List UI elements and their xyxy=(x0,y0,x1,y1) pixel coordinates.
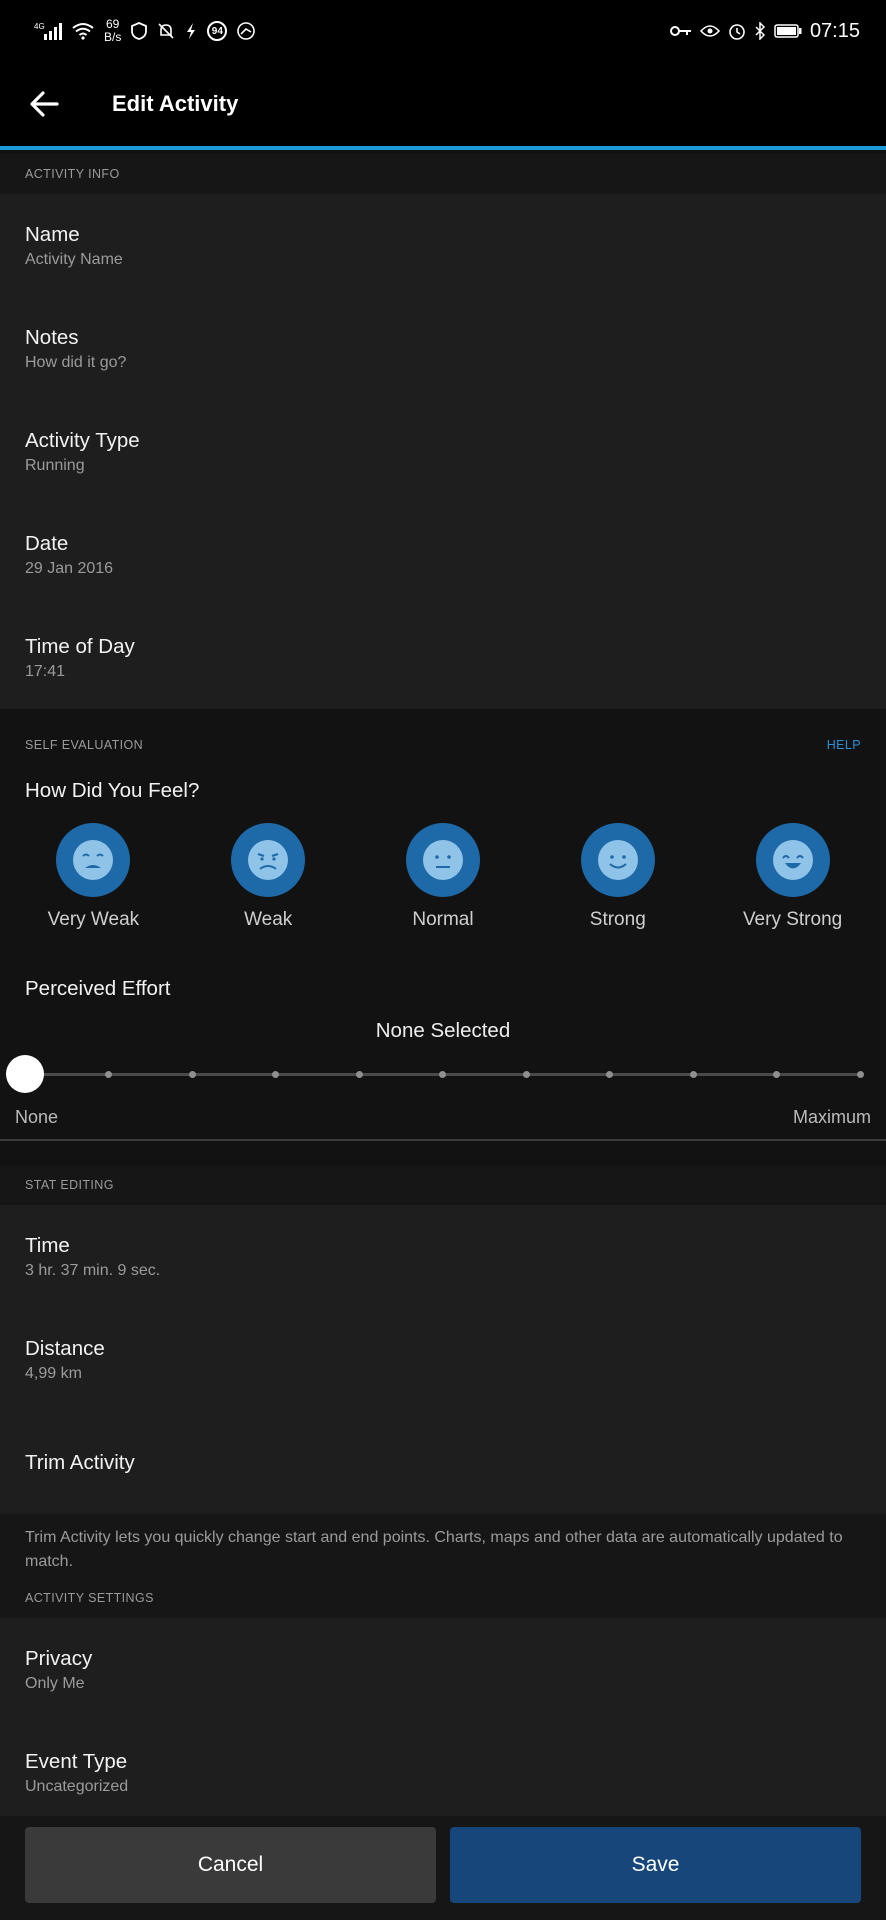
slider-max-label: Maximum xyxy=(792,1106,871,1127)
back-button[interactable] xyxy=(14,74,74,134)
cancel-button[interactable]: Cancel xyxy=(25,1827,436,1903)
perceived-effort-title: Perceived Effort xyxy=(25,977,171,1000)
save-button[interactable]: Save xyxy=(450,1827,861,1903)
row-title: Activity Type xyxy=(25,428,140,452)
slider-labels: None Maximum xyxy=(0,1099,886,1135)
battery-icon xyxy=(774,24,802,38)
row-value: 4,99 km xyxy=(25,1364,82,1382)
alarm-icon xyxy=(728,22,746,40)
slider-step-dot xyxy=(355,1071,363,1078)
app-notification-icon xyxy=(237,22,256,40)
very-strong-face-icon xyxy=(772,840,813,880)
activity-info-card: Name Activity Name Notes How did it go? … xyxy=(0,194,886,709)
slider-step-dot xyxy=(188,1071,196,1078)
trim-help-text: Trim Activity lets you quickly change st… xyxy=(0,1514,886,1578)
net-speed: 69 B/s xyxy=(104,17,122,44)
bluetooth-icon xyxy=(754,22,766,40)
row-value: Uncategorized xyxy=(25,1777,129,1795)
muted-bell-icon xyxy=(157,22,175,40)
row-value: 3 hr. 37 min. 9 sec. xyxy=(25,1261,161,1279)
row-name[interactable]: Name Activity Name xyxy=(0,194,886,297)
activity-settings-card: Privacy Only Me Event Type Uncategorized xyxy=(0,1618,886,1824)
perceived-effort-value: None Selected xyxy=(375,1019,511,1042)
section-header-activity-settings: ACTIVITY SETTINGS xyxy=(0,1578,886,1618)
shield-icon xyxy=(131,22,148,40)
very-weak-face-icon xyxy=(73,840,114,880)
svg-text:4G: 4G xyxy=(34,22,45,31)
charging-bolt-icon xyxy=(185,22,197,40)
perceived-effort-slider[interactable] xyxy=(0,1049,886,1099)
feel-option-strong[interactable]: Strong xyxy=(543,823,693,931)
row-title: Event Type xyxy=(25,1749,128,1773)
stat-editing-card: Time 3 hr. 37 min. 9 sec. Distance 4,99 … xyxy=(0,1205,886,1514)
feel-title: How Did You Feel? xyxy=(25,779,200,802)
feel-label: Strong xyxy=(589,909,646,930)
slider-step-dot xyxy=(773,1071,780,1078)
section-header-activity-info: ACTIVITY INFO xyxy=(0,154,886,194)
row-title: Privacy xyxy=(25,1646,93,1670)
slider-step-dot xyxy=(606,1071,613,1078)
slider-step-dot xyxy=(272,1071,279,1078)
section-header-self-evaluation: SELF EVALUATION HELP xyxy=(0,725,886,765)
eye-icon xyxy=(699,24,720,38)
feel-options: Very Weak Weak Normal Strong Very Strong xyxy=(0,823,886,931)
page-title: Edit Activity xyxy=(112,91,239,116)
row-title: Distance xyxy=(25,1336,105,1360)
slider-step-dot xyxy=(689,1071,697,1078)
row-value: How did it go? xyxy=(25,353,127,371)
strong-face-icon xyxy=(597,840,638,880)
row-privacy[interactable]: Privacy Only Me xyxy=(0,1618,886,1721)
slider-step-dot xyxy=(439,1071,446,1078)
notification-badge: 94 xyxy=(207,21,228,41)
slider-step-dot xyxy=(522,1071,530,1078)
row-value: Only Me xyxy=(25,1674,85,1692)
feel-option-very-weak[interactable]: Very Weak xyxy=(18,823,168,931)
slider-step-dot xyxy=(105,1071,112,1078)
row-time-of-day[interactable]: Time of Day 17:41 xyxy=(0,606,886,709)
edit-activity-screen: 4G 69 B/s 94 07:15 Edit Activity ACTIVIT… xyxy=(0,0,886,1920)
row-title: Time xyxy=(25,1233,70,1257)
feel-label: Very Weak xyxy=(47,909,140,930)
section-header-stat-editing: STAT EDITING xyxy=(0,1165,886,1205)
feel-label: Weak xyxy=(244,909,293,930)
row-activity-type[interactable]: Activity Type Running xyxy=(0,400,886,503)
feel-label: Very Strong xyxy=(742,909,843,930)
row-title: Notes xyxy=(25,325,79,349)
help-link[interactable]: HELP xyxy=(827,738,861,752)
arrow-back-icon xyxy=(30,91,59,117)
slider-thumb[interactable] xyxy=(6,1055,44,1093)
status-bar: 4G 69 B/s 94 07:15 xyxy=(0,0,886,62)
row-event-type[interactable]: Event Type Uncategorized xyxy=(0,1721,886,1824)
key-icon xyxy=(669,25,692,37)
row-trim-activity[interactable]: Trim Activity xyxy=(0,1411,886,1514)
feel-option-normal[interactable]: Normal xyxy=(368,823,518,931)
normal-face-icon xyxy=(422,840,463,880)
content: ACTIVITY INFO Name Activity Name Notes H… xyxy=(0,154,886,1824)
row-notes[interactable]: Notes How did it go? xyxy=(0,297,886,400)
slider-min-label: None xyxy=(15,1106,59,1127)
row-title: Name xyxy=(25,222,80,246)
slider-step-dot xyxy=(856,1071,864,1078)
row-value: Running xyxy=(25,456,85,474)
wifi-icon xyxy=(72,22,94,40)
feel-label: Normal xyxy=(412,909,474,930)
row-value: 17:41 xyxy=(25,662,66,680)
row-title: Trim Activity xyxy=(25,1450,135,1474)
feel-option-weak[interactable]: Weak xyxy=(193,823,343,931)
row-value: Activity Name xyxy=(25,250,123,268)
row-title: Time of Day xyxy=(25,634,135,658)
row-date[interactable]: Date 29 Jan 2016 xyxy=(0,503,886,606)
row-value: 29 Jan 2016 xyxy=(25,559,114,577)
row-title: Date xyxy=(25,531,69,555)
weak-face-icon xyxy=(248,840,289,880)
app-bar: Edit Activity xyxy=(0,62,886,150)
clock: 07:15 xyxy=(809,19,860,42)
row-time[interactable]: Time 3 hr. 37 min. 9 sec. xyxy=(0,1205,886,1308)
signal-icon: 4G xyxy=(34,21,62,41)
bottom-action-bar: Cancel Save xyxy=(0,1816,886,1920)
row-distance[interactable]: Distance 4,99 km xyxy=(0,1308,886,1411)
feel-option-very-strong[interactable]: Very Strong xyxy=(718,823,868,931)
self-evaluation-section: SELF EVALUATION HELP How Did You Feel? V… xyxy=(0,709,886,1141)
